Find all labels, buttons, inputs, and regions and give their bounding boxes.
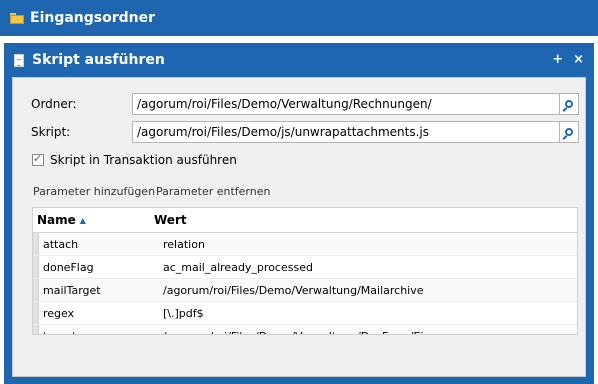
folder-input[interactable]	[137, 97, 564, 111]
grid-body: attach relation doneFlag ac_mail_already_pr…	[33, 233, 577, 335]
param-value-cell: /agorum/roi/Files/Demo/Verwaltung/DocFor…	[158, 330, 577, 335]
close-icon[interactable]: ×	[573, 52, 584, 68]
script-dialog: Skript ausführen + × Ordner: Skript: Skr…	[4, 43, 594, 384]
search-icon	[565, 100, 573, 108]
param-value-cell: [\.]pdf$	[163, 306, 204, 320]
column-header-name[interactable]: Name ▲	[33, 213, 152, 227]
param-name-cell: target	[43, 330, 158, 335]
transaction-option[interactable]: Skript in Transaktion ausführen	[32, 152, 237, 167]
table-row[interactable]: doneFlag ac_mail_already_processed	[33, 256, 577, 279]
row-marker	[33, 233, 39, 255]
remove-parameter-button[interactable]: Parameter entfernen	[156, 185, 270, 198]
param-value-cell: ac_mail_already_processed	[163, 260, 313, 274]
dialog-title: Skript ausführen	[32, 52, 165, 68]
maximize-icon[interactable]: +	[552, 52, 563, 68]
transaction-checkbox[interactable]	[32, 152, 44, 166]
table-row[interactable]: mailTarget/agorum/roi/Files/Demo/Verwalt…	[33, 279, 577, 302]
add-parameter-button[interactable]: Parameter hinzufügen	[33, 185, 155, 198]
script-field[interactable]	[132, 121, 565, 143]
script-search-button[interactable]	[559, 121, 579, 143]
row-marker	[33, 279, 39, 301]
param-value-cell: relation	[163, 237, 205, 251]
parameter-grid: Name ▲ Wert attach relation doneFlag ac_mail…	[32, 207, 578, 335]
folder-icon	[10, 12, 24, 24]
search-icon	[565, 128, 573, 136]
script-input[interactable]	[137, 125, 564, 139]
param-name-cell: mailTarget	[43, 283, 101, 297]
grid-header: Name ▲ Wert	[33, 208, 577, 233]
transaction-label: Skript in Transaktion ausführen	[50, 153, 237, 167]
row-marker	[33, 325, 39, 334]
dialog-header: Skript ausführen + ×	[4, 43, 594, 77]
param-value-cell: /agorum/roi/Files/Demo/Verwaltung/Mailar…	[163, 283, 424, 297]
document-icon	[14, 53, 24, 67]
table-row[interactable]: attach relation	[33, 233, 577, 256]
folder-label: Ordner:	[31, 97, 77, 111]
table-row[interactable]: regex [\.]pdf$	[33, 302, 577, 325]
script-label: Skript:	[31, 125, 71, 139]
param-name-cell: regex	[43, 306, 75, 320]
column-header-value[interactable]: Wert	[152, 213, 577, 227]
table-row[interactable]: target/agorum/roi/Files/Demo/Verwaltung/…	[33, 325, 577, 335]
dialog-content: Ordner: Skript: Skript in Transaktion au…	[12, 77, 586, 377]
app-title: Eingangsordner	[30, 10, 156, 26]
folder-field[interactable]	[132, 93, 565, 115]
row-marker	[33, 256, 39, 278]
app-header: Eingangsordner	[0, 0, 598, 36]
folder-search-button[interactable]	[559, 93, 579, 115]
row-marker	[33, 302, 39, 324]
sort-ascending-icon: ▲	[79, 215, 86, 225]
param-name-cell: doneFlag	[43, 260, 94, 274]
param-name-cell: attach	[43, 237, 79, 251]
